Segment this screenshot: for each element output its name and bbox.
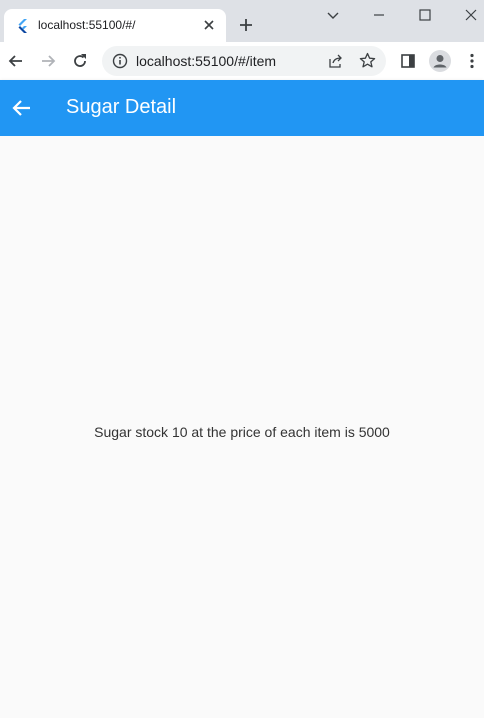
- page-title: Sugar Detail: [66, 96, 177, 118]
- star-icon[interactable]: [359, 52, 376, 69]
- reload-icon[interactable]: [71, 52, 89, 70]
- stock-message: Sugar stock 10 at the price of each item…: [94, 424, 390, 440]
- minimize-icon[interactable]: [370, 6, 388, 24]
- kebab-menu-icon[interactable]: [463, 52, 481, 70]
- address-bar[interactable]: localhost:55100/#/item: [102, 46, 386, 76]
- back-arrow-icon[interactable]: [7, 52, 25, 70]
- url-text[interactable]: localhost:55100/#/item: [136, 53, 276, 69]
- maximize-icon[interactable]: [416, 6, 434, 24]
- profile-avatar-glyph: [433, 55, 447, 68]
- browser-toolbar: localhost:55100/#/item: [0, 42, 484, 80]
- page-body: Sugar stock 10 at the price of each item…: [0, 136, 484, 718]
- app-bar: Sugar Detail: [0, 80, 484, 136]
- profile-icon[interactable]: [429, 50, 451, 72]
- info-icon[interactable]: [112, 53, 128, 69]
- close-window-icon[interactable]: [462, 6, 480, 24]
- tab-search-icon[interactable]: [324, 6, 342, 24]
- close-tab-icon[interactable]: [202, 18, 216, 32]
- flutter-icon: [18, 19, 27, 33]
- forward-arrow-icon[interactable]: [39, 52, 57, 70]
- new-tab-icon[interactable]: [238, 17, 254, 33]
- side-panel-icon[interactable]: [399, 52, 417, 70]
- share-icon[interactable]: [328, 53, 344, 69]
- browser-tab[interactable]: localhost:55100/#/: [4, 9, 226, 42]
- back-button-icon[interactable]: [10, 96, 34, 120]
- tab-strip: localhost:55100/#/: [0, 0, 484, 42]
- tab-title: localhost:55100/#/: [38, 18, 136, 32]
